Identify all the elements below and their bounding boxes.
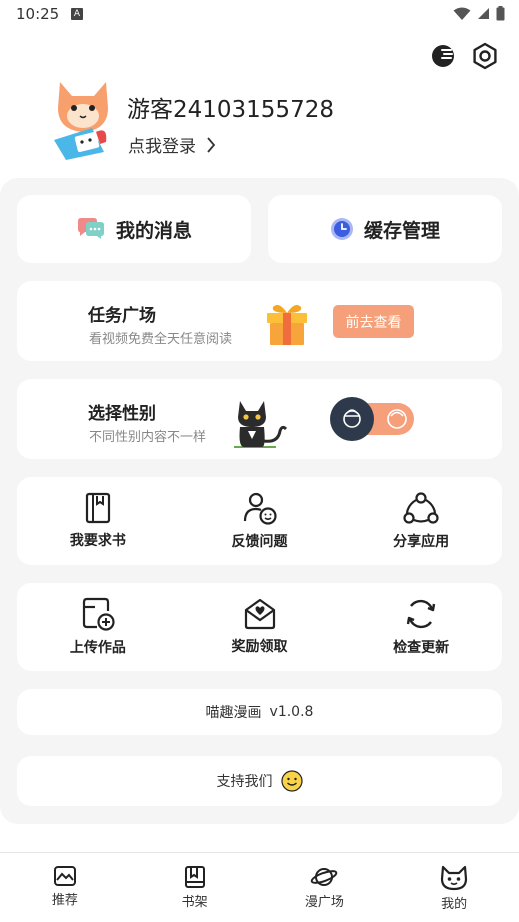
share-app-button[interactable]: 分享应用 (340, 477, 502, 565)
upload-work-label: 上传作品 (69, 640, 126, 656)
version-card: 喵趣漫画 v1.0.8 (17, 689, 502, 735)
upload-work-button[interactable]: 上传作品 (17, 583, 179, 671)
tab-mine[interactable]: 我的 (389, 853, 519, 922)
app-name: 喵趣漫画 (205, 705, 262, 721)
request-book-button[interactable]: 我要求书 (17, 477, 179, 565)
cat-face-icon (441, 865, 468, 891)
status-time: 10:25 (16, 5, 60, 23)
gender-select-card[interactable]: 选择性别 不同性别内容不一样 (17, 379, 502, 459)
battery-icon (496, 6, 505, 21)
tab-bookshelf[interactable]: 书架 (130, 853, 260, 922)
signal-icon (478, 8, 489, 19)
gender-select-subtitle: 不同性别内容不一样 (89, 430, 207, 445)
check-update-button[interactable]: 检查更新 (340, 583, 502, 671)
tab-mine-label: 我的 (441, 897, 468, 912)
gender-toggle[interactable] (330, 397, 416, 441)
planet-icon (311, 868, 338, 886)
support-us-button[interactable]: 支持我们 (17, 756, 502, 806)
clock-icon (330, 218, 353, 240)
tab-bookshelf-label: 书架 (181, 895, 208, 910)
tab-comic-square-label: 漫广场 (304, 895, 344, 910)
share-app-label: 分享应用 (393, 534, 450, 550)
support-us-label: 支持我们 (216, 774, 273, 790)
reward-claim-button[interactable]: 奖励领取 (179, 583, 341, 671)
settings-icon[interactable] (471, 42, 499, 70)
share-icon (403, 492, 439, 524)
reward-claim-label: 奖励领取 (231, 639, 288, 655)
login-link[interactable]: 点我登录 (128, 132, 216, 157)
notification-a-icon: A (71, 8, 83, 20)
tab-recommend[interactable]: 推荐 (0, 853, 130, 922)
gift-icon (267, 305, 307, 345)
top-icons (429, 42, 499, 70)
login-label: 点我登录 (128, 137, 196, 157)
recommend-icon (53, 866, 76, 886)
night-mode-icon[interactable] (429, 42, 457, 70)
view-tasks-button[interactable]: 前去查看 (333, 305, 414, 338)
feedback-icon (243, 492, 277, 525)
my-messages-button[interactable]: 我的消息 (17, 195, 251, 263)
avatar[interactable] (52, 78, 114, 160)
task-square-title: 任务广场 (88, 306, 156, 326)
black-cat-icon (234, 401, 288, 448)
main-panel: 我的消息 缓存管理 任务广场 看视频免费全天任意阅读 前去查看 选择性别 不同性… (0, 178, 519, 824)
tools-grid-1: 我要求书 反馈问题 分享应用 (17, 477, 502, 565)
task-square-card[interactable]: 任务广场 看视频免费全天任意阅读 前去查看 (17, 281, 502, 361)
tools-grid-2: 上传作品 奖励领取 检查更新 (17, 583, 502, 671)
upload-icon (82, 597, 115, 631)
username: 游客24103155728 (127, 97, 334, 123)
feedback-label: 反馈问题 (231, 534, 288, 550)
gender-select-title: 选择性别 (88, 404, 156, 424)
my-messages-label: 我的消息 (115, 219, 192, 242)
cache-management-label: 缓存管理 (363, 219, 440, 242)
check-update-label: 检查更新 (393, 640, 450, 656)
message-icon (77, 218, 104, 239)
reward-icon (244, 598, 275, 630)
bookshelf-icon (184, 866, 205, 888)
status-bar: 10:25 A (0, 0, 519, 30)
feedback-button[interactable]: 反馈问题 (179, 477, 341, 565)
app-version: v1.0.8 (269, 704, 314, 720)
wifi-icon (453, 7, 471, 20)
task-square-subtitle: 看视频免费全天任意阅读 (89, 332, 233, 347)
tab-recommend-label: 推荐 (51, 893, 78, 908)
status-right (453, 6, 505, 21)
tab-comic-square[interactable]: 漫广场 (260, 853, 390, 922)
request-book-label: 我要求书 (69, 533, 126, 549)
cache-management-button[interactable]: 缓存管理 (268, 195, 502, 263)
smile-icon (280, 770, 303, 792)
book-icon (85, 492, 110, 524)
refresh-icon (406, 599, 436, 629)
chevron-right-icon (207, 136, 216, 153)
bottom-tab-bar: 推荐 书架 漫广场 我的 (0, 852, 519, 922)
profile-section[interactable]: 游客24103155728 点我登录 (52, 78, 492, 162)
